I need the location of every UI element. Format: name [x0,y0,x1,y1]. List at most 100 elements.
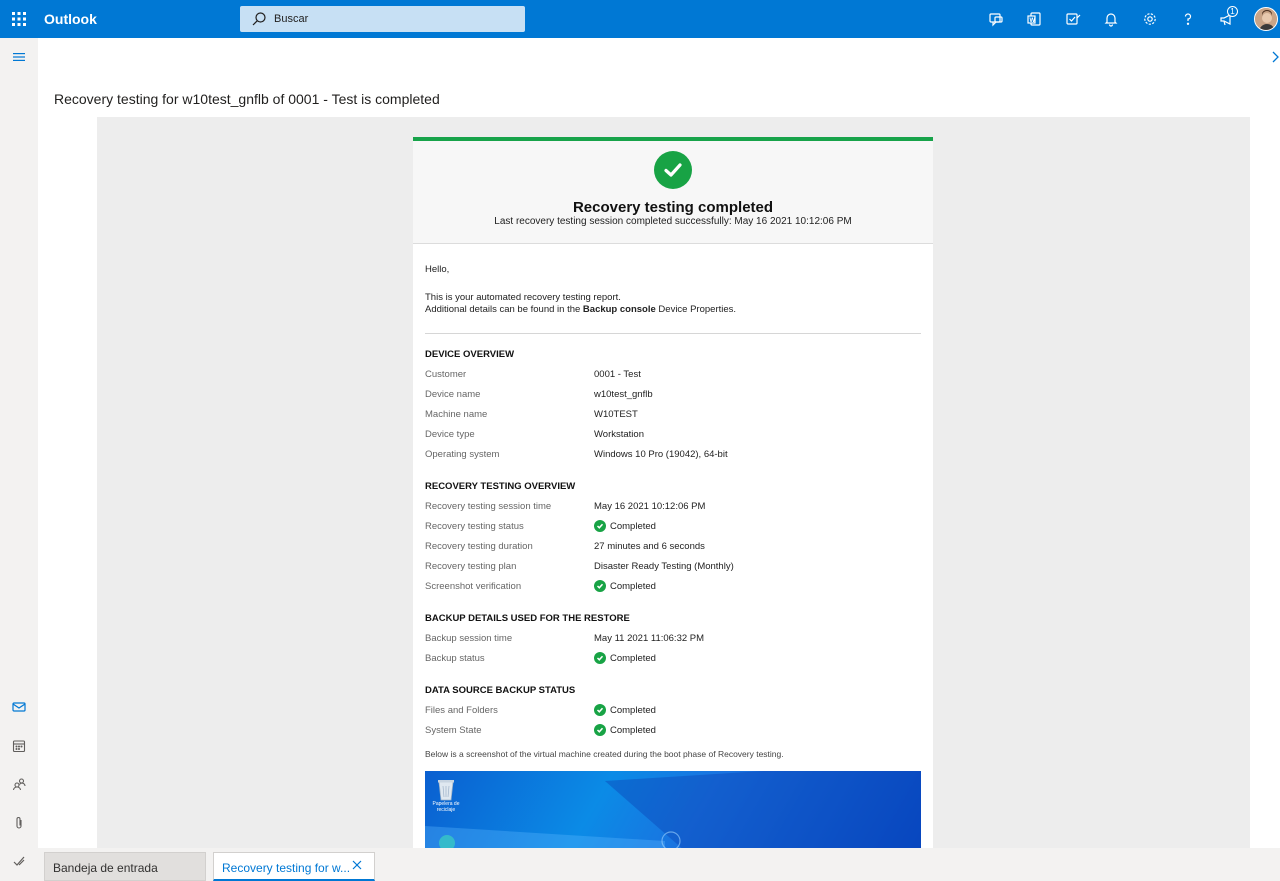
tab-inbox[interactable]: Bandeja de entrada [44,852,206,881]
row-key: Machine name [425,409,488,420]
table-row: Backup session time May 11 2021 11:06:32 … [425,633,921,653]
row-value: May 11 2021 11:06:32 PM [594,633,705,644]
row-value-status: Completed [594,652,656,673]
status-check-icon [594,704,606,716]
screenshot-note: Below is a screenshot of the virtual mac… [425,749,784,759]
row-value: W10TEST [594,409,638,420]
intro-line-2-post: Device Properties. [655,304,737,315]
search-placeholder: Buscar [274,13,309,25]
row-value-status: Completed [594,580,656,601]
row-key: Device type [425,429,475,440]
hamburger-menu-icon[interactable] [0,38,38,76]
people-icon[interactable] [0,765,38,803]
row-key: Files and Folders [425,705,498,716]
tab-recovery-testing[interactable]: Recovery testing for w... [213,852,375,881]
paperclip-icon[interactable] [0,804,38,842]
row-value-status: Completed [594,724,656,745]
row-key: Device name [425,389,481,400]
table-row: Backup status Completed [425,652,921,673]
email-hero: Recovery testing completed Last recovery… [413,141,933,244]
tab-label: Bandeja de entrada [53,861,158,875]
todo-icon[interactable] [1054,0,1093,38]
status-check-icon [594,520,606,532]
row-key: Recovery testing session time [425,501,552,512]
account-button[interactable] [1246,0,1280,38]
backup-console-link-text: Backup console [582,304,656,315]
calendar-icon[interactable] [0,727,38,765]
checkmark-todo-icon[interactable] [0,842,38,880]
status-text: Completed [610,725,656,736]
vm-screenshot-image: Papelera de reciclaje [425,771,921,848]
status-text: Completed [610,581,656,592]
section-title-device-overview: DEVICE OVERVIEW [425,349,515,360]
table-row: Recovery testing session time May 16 2021… [425,501,921,521]
row-key: Recovery testing status [425,521,524,532]
status-check-icon [594,724,606,736]
help-icon[interactable] [1169,0,1208,38]
teams-chat-icon[interactable] [977,0,1016,38]
divider [425,333,921,334]
table-row: Device name w10test_gnflb [425,389,921,409]
email-body: Hello, This is your automated recovery t… [413,244,933,848]
row-key: Customer [425,369,467,380]
greeting: Hello, [425,264,450,275]
bell-icon[interactable] [1092,0,1131,38]
table-row: Files and Folders Completed [425,704,921,725]
hero-subtitle: Last recovery testing session completed … [494,216,852,227]
table-row: Screenshot verification Completed [425,580,921,601]
close-icon[interactable] [352,859,362,873]
top-toolbar: W 1 [977,0,1280,38]
bottom-tab-bar: Bandeja de entrada Recovery testing for … [38,848,1280,881]
mail-icon[interactable] [0,688,38,726]
row-value-status: Completed [594,704,656,725]
avatar [1254,7,1278,31]
row-key: Screenshot verification [425,581,522,592]
row-value-status: Completed [594,520,656,541]
table-row: Recovery testing duration 27 minutes and … [425,541,921,561]
row-value: Workstation [594,429,644,440]
status-text: Completed [610,705,656,716]
row-value: w10test_gnflb [594,389,653,400]
row-key: Recovery testing plan [425,561,517,572]
status-check-icon [594,580,606,592]
email-card: Recovery testing completed Last recovery… [413,137,933,848]
table-row: Recovery testing status Completed [425,520,921,541]
intro-line-2-pre: Additional details can be found in the [425,304,583,315]
app-title[interactable]: Outlook [44,11,240,27]
message-subject: Recovery testing for w10test_gnflb of 00… [54,91,440,107]
table-row: System State Completed [425,724,921,745]
whats-new-icon[interactable]: 1 [1208,0,1247,38]
office-apps-icon[interactable]: W [1015,0,1054,38]
top-bar: Outlook Buscar W 1 [0,0,1280,38]
search-input[interactable]: Buscar [240,6,525,32]
status-check-icon [594,652,606,664]
row-key: Backup session time [425,633,513,644]
row-key: Operating system [425,449,500,460]
row-value: May 16 2021 10:12:06 PM [594,501,706,512]
chevron-right-icon[interactable] [1270,50,1280,69]
section-title-recovery-testing-overview: RECOVERY TESTING OVERVIEW [425,481,576,492]
success-check-icon [654,151,692,189]
row-key: Backup status [425,653,485,664]
notification-badge: 1 [1227,6,1238,17]
table-row: Operating system Windows 10 Pro (19042), … [425,449,921,469]
status-text: Completed [610,653,656,664]
reading-pane[interactable]: Recovery testing completed Last recovery… [46,117,1250,848]
status-text: Completed [610,521,656,532]
tab-label: Recovery testing for w... [222,861,351,875]
row-value: 0001 - Test [594,369,641,380]
table-row: Customer 0001 - Test [425,369,921,389]
table-row: Recovery testing plan Disaster Ready Test… [425,561,921,581]
app-launcher-icon[interactable] [0,0,38,38]
row-value: 27 minutes and 6 seconds [594,541,705,552]
gear-icon[interactable] [1131,0,1170,38]
intro-line-1: This is your automated recovery testing … [425,292,621,303]
search-icon [252,12,266,26]
hero-title: Recovery testing completed [572,199,774,216]
section-title-data-source-backup-status: DATA SOURCE BACKUP STATUS [425,685,576,696]
windows-wallpaper [425,771,921,848]
row-value: Disaster Ready Testing (Monthly) [594,561,734,572]
section-title-backup-details: BACKUP DETAILS USED FOR THE RESTORE [425,613,630,624]
row-value: Windows 10 Pro (19042), 64-bit [594,449,728,460]
row-key: Recovery testing duration [425,541,533,552]
